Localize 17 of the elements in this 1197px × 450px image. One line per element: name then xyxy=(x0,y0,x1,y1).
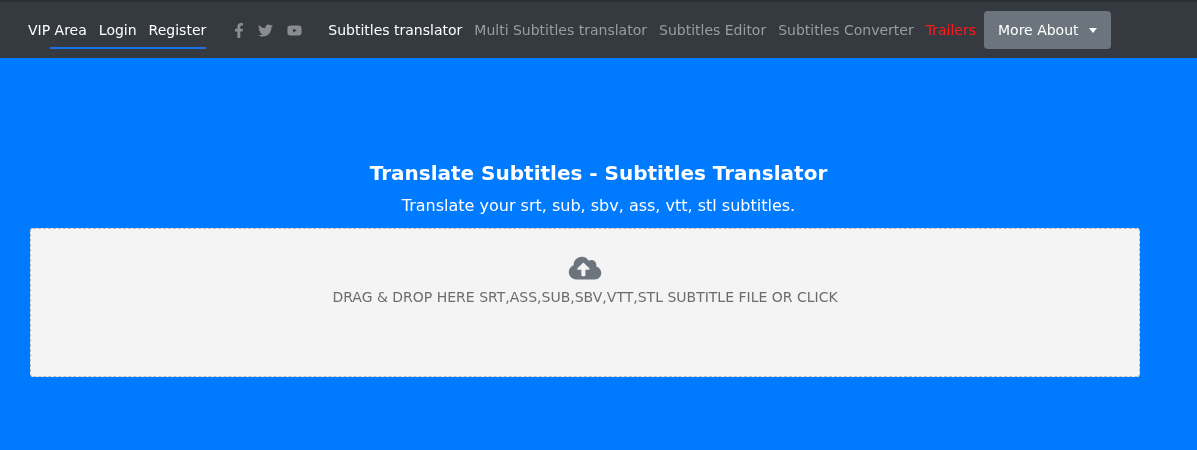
dropzone-text: DRAG & DROP HERE SRT,ASS,SUB,SBV,VTT,STL SUBTITLE FILE OR CLICK xyxy=(332,288,838,307)
twitter-icon[interactable] xyxy=(258,22,274,38)
page-subtitle: Translate your srt, sub, sbv, ass, vtt, stl subtitles. xyxy=(401,195,796,217)
caret-icon xyxy=(1088,27,1097,33)
cloud-upload-icon xyxy=(568,255,602,281)
more-about-button[interactable]: More About xyxy=(984,11,1111,49)
nav-link[interactable]: Subtitles Editor xyxy=(659,19,767,41)
account-link[interactable]: Login xyxy=(98,19,137,41)
facebook-icon[interactable] xyxy=(234,22,245,38)
nav-link[interactable]: Trailers xyxy=(925,19,976,41)
file-dropzone[interactable]: DRAG & DROP HERE SRT,ASS,SUB,SBV,VTT,STL SUBTITLE FILE OR CLICK xyxy=(30,228,1140,377)
nav-link[interactable]: Subtitles translator xyxy=(328,19,463,41)
nav-link[interactable]: Multi Subtitles translator xyxy=(474,19,647,41)
page-title: Translate Subtitles - Subtitles Translator xyxy=(369,160,828,187)
account-link[interactable]: Register xyxy=(148,19,207,41)
account-link[interactable]: VIP Area xyxy=(28,19,87,41)
nav-link[interactable]: Subtitles Converter xyxy=(778,19,914,41)
